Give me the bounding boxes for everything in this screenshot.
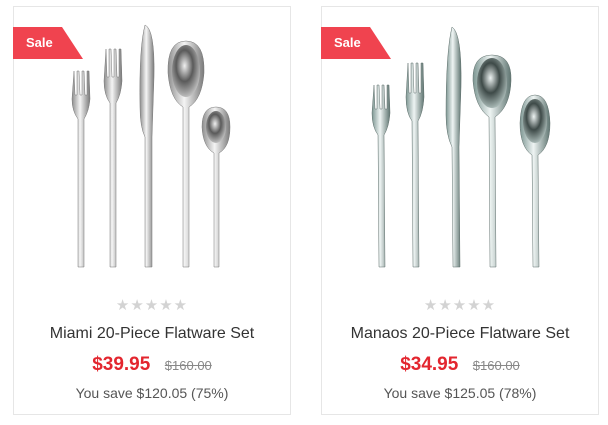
product-card[interactable]: Sale ★★★★★ Miami 20-Piece Flatware Set $… — [13, 6, 291, 415]
product-card[interactable]: Sale ★★★★★ Manaos 20-Piece Flatware Set … — [321, 6, 599, 415]
savings-text: You save $125.05 (78%) — [383, 385, 537, 401]
rating-stars: ★★★★★ — [423, 296, 497, 314]
price-row: $39.95 $160.00 — [14, 354, 290, 376]
sale-price: $39.95 — [92, 354, 151, 375]
product-title[interactable]: Miami 20-Piece Flatware Set — [14, 325, 290, 343]
product-title[interactable]: Manaos 20-Piece Flatware Set — [322, 325, 598, 343]
original-price: $160.00 — [472, 357, 520, 373]
original-price: $160.00 — [164, 357, 212, 373]
rating-stars: ★★★★★ — [115, 296, 189, 314]
savings-text: You save $120.05 (75%) — [75, 385, 229, 401]
price-row: $34.95 $160.00 — [322, 354, 598, 376]
sale-price: $34.95 — [400, 354, 459, 375]
